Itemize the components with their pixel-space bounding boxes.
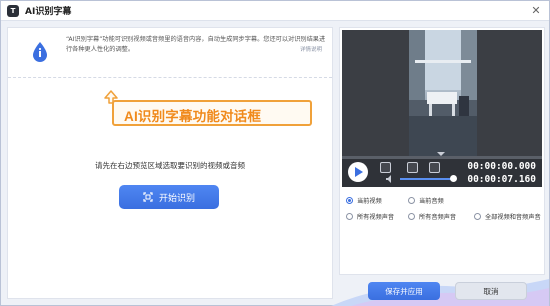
option-label: 全部视频和音频声音 xyxy=(485,214,541,221)
recognition-panel: “AI识别字幕”功能可识别视频或音频里的语音内容，自动生成同步字幕。您还可以对识… xyxy=(7,27,333,299)
option-all-video-and-audio[interactable]: 全部视频和音频声音 xyxy=(474,212,541,221)
option-current-video[interactable]: 当前视频 xyxy=(346,196,382,205)
video-thumbnail xyxy=(409,30,477,156)
radio-icon xyxy=(408,213,415,220)
info-drop-icon xyxy=(33,42,47,62)
volume-icon[interactable] xyxy=(385,174,395,184)
preview-panel: 00:00:00.000 00:00:07.160 当前视频 当前音频 所有视频… xyxy=(339,27,545,275)
info-text: “AI识别字幕”功能可识别视频或音频里的语音内容，自动生成同步字幕。您还可以对识… xyxy=(66,36,326,53)
current-time: 00:00:00.000 xyxy=(467,161,536,172)
info-box: “AI识别字幕”功能可识别视频或音频里的语音内容，自动生成同步字幕。您还可以对识… xyxy=(8,28,332,78)
next-frame-icon[interactable] xyxy=(429,162,440,173)
window-title: AI识别字幕 xyxy=(25,7,72,17)
close-icon[interactable]: ✕ xyxy=(529,4,543,18)
stop-icon[interactable] xyxy=(380,162,391,173)
start-recognition-button[interactable]: 开始识别 xyxy=(119,185,219,209)
radio-selected-icon xyxy=(346,197,353,204)
previous-frame-icon[interactable] xyxy=(407,162,418,173)
save-and-apply-button[interactable]: 保存并应用 xyxy=(368,282,440,300)
play-icon[interactable] xyxy=(348,162,368,182)
callout-box: AI识别字幕功能对话框 xyxy=(112,100,312,126)
option-current-audio[interactable]: 当前音频 xyxy=(408,196,444,205)
option-all-audio-sound[interactable]: 所有音频声音 xyxy=(408,212,456,221)
select-media-prompt: 请先在右边预览区域选取要识别的视频或音频 xyxy=(95,161,245,170)
dialog-window: T AI识别字幕 ✕ “AI识别字幕”功能可识别视频或音频里的语音内容，自动生成… xyxy=(0,0,550,306)
volume-knob[interactable] xyxy=(450,175,457,182)
cancel-button[interactable]: 取消 xyxy=(455,282,527,300)
option-all-video-sound[interactable]: 所有视频声音 xyxy=(346,212,394,221)
app-logo-icon: T xyxy=(7,4,19,17)
radio-icon xyxy=(408,197,415,204)
option-label: 所有视频声音 xyxy=(357,214,395,221)
details-link[interactable]: 详情说明 xyxy=(300,45,322,53)
option-label: 当前视频 xyxy=(357,198,382,205)
player-controls: 00:00:00.000 00:00:07.160 xyxy=(342,159,542,187)
total-time: 00:00:07.160 xyxy=(467,174,536,185)
callout-label: AI识别字幕功能对话框 xyxy=(124,109,262,124)
start-recognition-label: 开始识别 xyxy=(158,193,195,204)
option-label: 当前音频 xyxy=(419,198,444,205)
video-preview xyxy=(342,30,542,156)
progress-handle[interactable] xyxy=(437,152,445,156)
radio-icon xyxy=(346,213,353,220)
option-label: 所有音频声音 xyxy=(419,214,457,221)
volume-slider[interactable] xyxy=(400,178,452,180)
video-frame xyxy=(409,30,477,156)
scan-icon xyxy=(143,192,153,202)
title-bar: T AI识别字幕 ✕ xyxy=(1,1,549,21)
radio-icon xyxy=(474,213,481,220)
